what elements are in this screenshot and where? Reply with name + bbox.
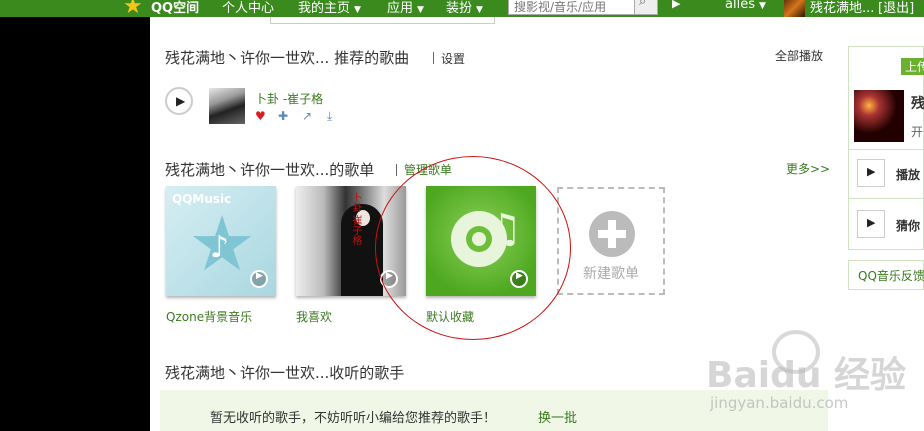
right-sub: 开: [911, 125, 924, 139]
play-icon: ▶: [867, 216, 876, 229]
annotation-circle: [375, 156, 571, 340]
refresh-link[interactable]: 换一批: [538, 407, 577, 426]
playlist-label-favorites[interactable]: 我喜欢: [296, 308, 332, 325]
top-navbar: ★ QQ空间 个人中心 我的主页 ▼ 应用 ▼ 装扮 ▼ 搜影视/音乐/应用 ⌕ ▶ …: [0, 0, 924, 17]
play-icon: ▶: [867, 165, 876, 178]
add-to-list-icon[interactable]: ✚: [278, 109, 288, 123]
chevron-down-icon: ▼: [476, 5, 483, 15]
chevron-down-icon: ▼: [354, 5, 361, 15]
watermark-url: jingyan.baidu.com: [710, 394, 849, 412]
song-cover[interactable]: [209, 88, 245, 124]
chevron-down-icon: ▼: [417, 5, 424, 15]
play-icon: ▶: [176, 94, 186, 108]
play-button[interactable]: ▶: [165, 87, 193, 115]
plus-icon: [589, 211, 635, 257]
logout-link[interactable]: [退出]: [878, 0, 914, 16]
user-name: alles: [725, 0, 755, 12]
new-playlist-button[interactable]: 新建歌单: [557, 187, 665, 295]
song-title[interactable]: 卜卦 -崔子格: [255, 90, 323, 107]
chevron-down-icon: ▼: [758, 1, 766, 11]
search-icon: ⌕: [639, 0, 647, 9]
search-button[interactable]: ⌕: [634, 0, 657, 14]
music-note-icon: ♪: [210, 230, 230, 265]
singers-title: 残花满地丶许你一世欢...收听的歌手: [165, 364, 405, 382]
nav-apps[interactable]: 应用 ▼: [387, 0, 424, 16]
left-black-area: [0, 0, 150, 431]
upload-button[interactable]: 上传: [901, 58, 924, 75]
share-icon[interactable]: ↗: [302, 109, 312, 123]
playlist-cover-qzone[interactable]: QQMusic ★ ♪ ▶: [166, 186, 276, 296]
nav-personal-center[interactable]: 个人中心: [222, 0, 274, 16]
divider: [849, 198, 924, 199]
user-nickname[interactable]: 残花满地...: [810, 0, 874, 16]
nav-my-home-label: 我的主页: [298, 1, 351, 16]
settings-link[interactable]: 设置: [441, 50, 465, 67]
heart-icon[interactable]: ♥: [255, 109, 266, 123]
more-link[interactable]: 更多>>: [786, 160, 830, 177]
radio-label[interactable]: 播放: [896, 166, 920, 183]
right-avatar: [854, 90, 904, 142]
new-playlist-label: 新建歌单: [583, 266, 639, 282]
watermark-main: Baidu 经验: [706, 355, 907, 396]
right-name: 残: [911, 96, 924, 112]
recommend-title: 残花满地丶许你一世欢... 推荐的歌曲: [165, 49, 410, 67]
qzone-star-icon: ★: [123, 0, 143, 17]
nav-my-home[interactable]: 我的主页 ▼: [298, 0, 361, 16]
play-all-link[interactable]: 全部播放: [775, 47, 823, 64]
search-input[interactable]: 搜影视/音乐/应用: [514, 0, 606, 15]
play-icon[interactable]: ▶: [250, 270, 268, 288]
playlist-label-qzone[interactable]: Qzone背景音乐: [166, 308, 252, 325]
cover-text: 卜卦 崔子格: [350, 192, 361, 246]
divider: [433, 52, 434, 64]
qzone-brand[interactable]: QQ空间: [151, 0, 199, 16]
nav-decorate-label: 装扮: [446, 1, 473, 16]
divider: [849, 149, 924, 150]
nav-decorate[interactable]: 装扮 ▼: [446, 0, 483, 16]
guess-play-button[interactable]: ▶: [857, 210, 885, 238]
feedback-link[interactable]: QQ音乐反馈: [858, 267, 924, 284]
active-tab-indicator: [270, 17, 495, 24]
radio-play-button[interactable]: ▶: [857, 159, 885, 187]
avatar[interactable]: [784, 0, 805, 17]
singers-empty-text: 暂无收听的歌手，不妨听听小编给您推荐的歌手！: [210, 411, 497, 426]
playlists-title: 残花满地丶许你一世欢...的歌单: [165, 161, 375, 179]
search-box: 搜影视/音乐/应用 ⌕: [508, 0, 658, 15]
divider: [396, 164, 397, 176]
play-arrow-icon[interactable]: ▶: [672, 0, 680, 10]
nav-apps-label: 应用: [387, 1, 414, 16]
download-icon[interactable]: ⤓: [327, 109, 332, 124]
guess-label[interactable]: 猜你: [896, 217, 920, 234]
user-menu[interactable]: alles ▼: [725, 0, 766, 12]
